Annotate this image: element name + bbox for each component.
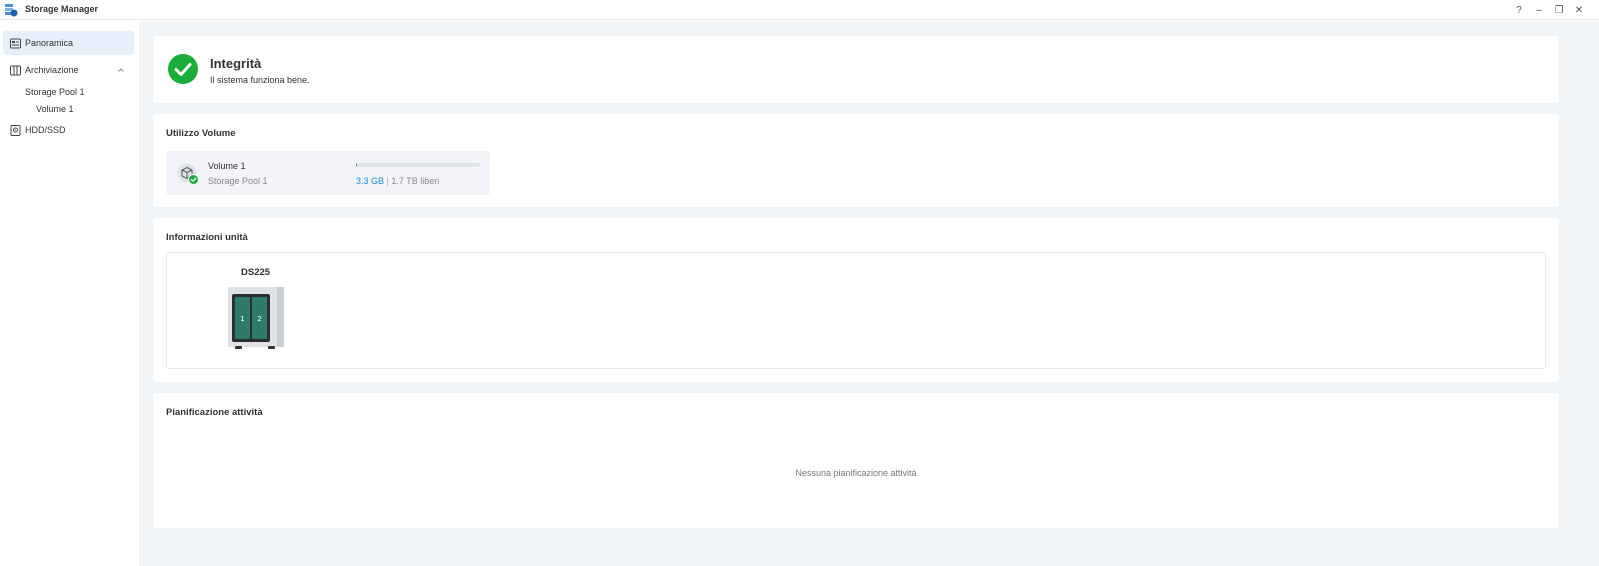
sidebar-item-hdd-ssd[interactable]: HDD/SSD <box>3 118 134 142</box>
volume-usage-text: 3.3 GB | 1.7 TB liberi <box>356 176 439 186</box>
volume-usage-bar-fill <box>356 163 358 167</box>
health-title: Integrità <box>210 56 262 71</box>
volume-usage-bar <box>356 163 480 167</box>
sidebar-subitem-storage-pool[interactable]: Storage Pool 1 <box>25 87 85 97</box>
volume-free: 1.7 TB liberi <box>391 176 440 186</box>
volume-pool: Storage Pool 1 <box>208 176 268 186</box>
sidebar-item-label: Archiviazione <box>25 65 79 75</box>
help-icon[interactable]: ? <box>1509 2 1529 18</box>
section-title: Utilizzo Volume <box>166 128 236 139</box>
volume-icon <box>177 163 199 185</box>
sidebar-item-archiviazione[interactable]: Archiviazione <box>3 58 134 82</box>
restore-icon[interactable]: ❐ <box>1549 2 1569 18</box>
volume-used: 3.3 GB <box>356 176 385 186</box>
sidebar-item-label: Panoramica <box>25 38 74 48</box>
unit-info-card: Informazioni unità DS225 1 2 <box>153 218 1559 382</box>
sidebar-subitem-volume[interactable]: Volume 1 <box>36 104 74 114</box>
volume-name: Volume 1 <box>208 161 246 171</box>
unit-box: DS225 1 2 <box>166 252 1546 369</box>
section-title: Informazioni unità <box>166 232 248 243</box>
drive-icon <box>10 124 21 136</box>
volume-usage-separator: | <box>386 176 389 186</box>
close-icon[interactable]: ✕ <box>1569 2 1589 18</box>
storage-manager-app-icon <box>5 4 18 17</box>
drive-bay-2-label: 2 <box>257 315 261 323</box>
check-circle-icon <box>168 54 198 84</box>
title-bar: Storage Manager ? – ❐ ✕ <box>0 0 1599 20</box>
health-card: Integrità Il sistema funziona bene. <box>153 36 1559 103</box>
sidebar: Panoramica Archiviazione Storage Pool 1 … <box>0 21 141 566</box>
storage-icon <box>10 65 21 75</box>
section-title: Pianificazione attività <box>166 407 263 418</box>
chevron-up-icon[interactable] <box>117 66 125 74</box>
sidebar-item-panoramica[interactable]: Panoramica <box>3 31 134 55</box>
unit-model: DS225 <box>241 267 271 278</box>
volume-item[interactable]: Volume 1 Storage Pool 1 3.3 GB | 1.7 TB … <box>166 151 490 195</box>
minimize-icon[interactable]: – <box>1529 2 1549 18</box>
overview-icon <box>10 38 21 48</box>
health-description: Il sistema funziona bene. <box>210 75 310 85</box>
window-title: Storage Manager <box>25 4 99 14</box>
window-controls: ? – ❐ ✕ <box>1509 2 1589 18</box>
sidebar-item-label: HDD/SSD <box>25 125 66 135</box>
volume-usage-card: Utilizzo Volume Volume 1 Storage Pool 1 … <box>153 114 1559 207</box>
schedule-card: Pianificazione attività Nessuna pianific… <box>153 393 1559 528</box>
drive-bay-1-label: 1 <box>240 315 244 323</box>
empty-state-text: Nessuna pianificazione attività <box>795 468 917 478</box>
main-content: Integrità Il sistema funziona bene. Util… <box>142 21 1599 566</box>
nas-device-image[interactable]: 1 2 <box>227 286 285 350</box>
